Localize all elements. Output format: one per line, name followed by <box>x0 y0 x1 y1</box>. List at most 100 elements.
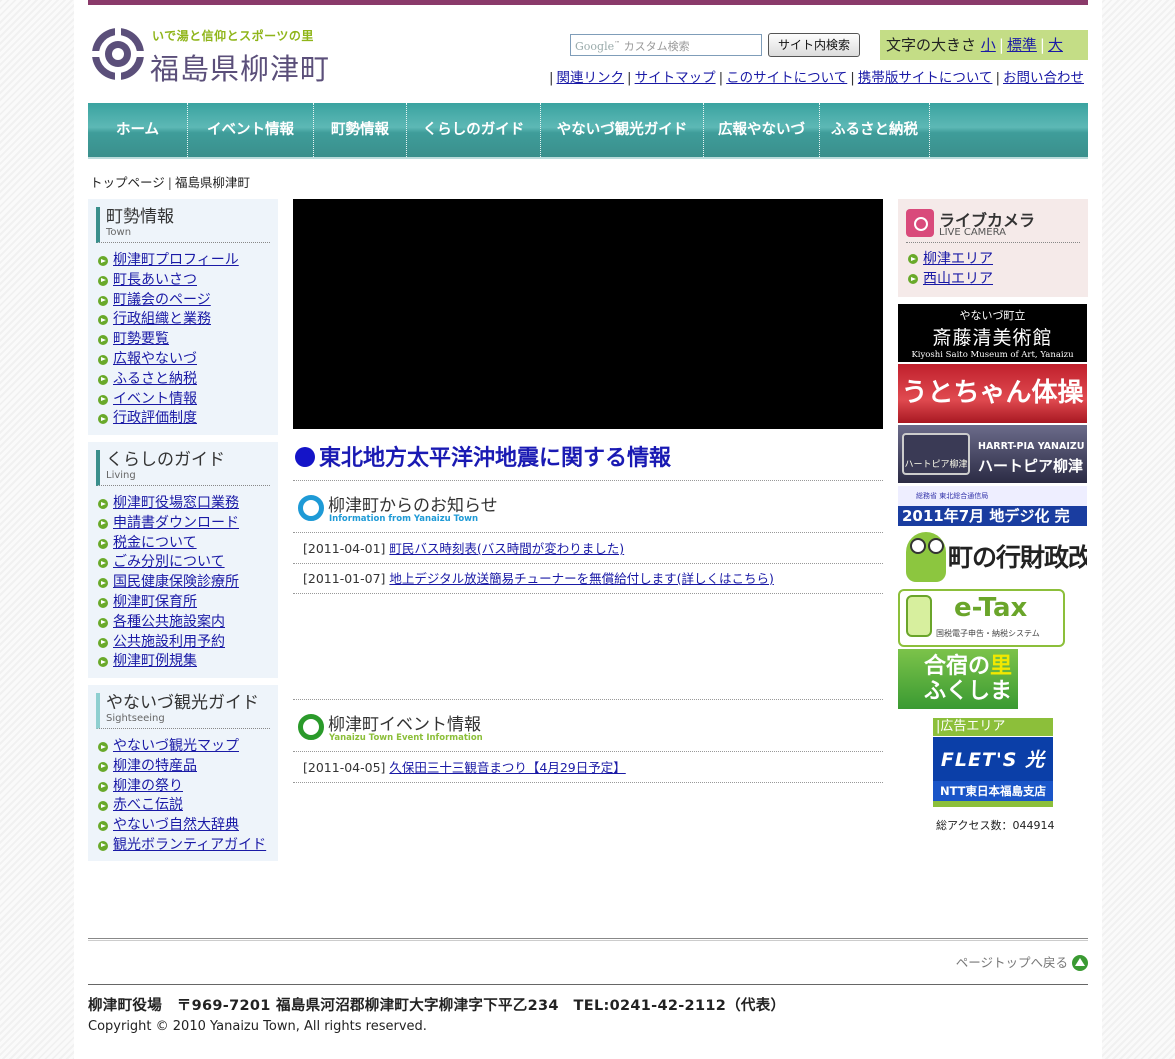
sidebar-item-pr[interactable]: 広報やないづ <box>96 350 270 370</box>
sidebar-item-clinic[interactable]: 国民健康保険診療所 <box>96 573 270 593</box>
news-link[interactable]: 町民バス時刻表(バス時間が変わりました) <box>389 541 624 556</box>
font-size-large-link[interactable]: 大 <box>1048 36 1063 54</box>
sidebar-link[interactable]: 赤べこ伝説 <box>113 797 183 813</box>
page: いで湯と信仰とスポーツの里 福島県柳津町 Google™ カスタム検索 サイト内… <box>74 0 1102 1059</box>
sidebar-item-garbage[interactable]: ごみ分別について <box>96 553 270 573</box>
sidebar-link[interactable]: 柳津町プロフィール <box>113 252 239 268</box>
utility-nav: | 関連リンク | サイトマップ | このサイトについて | 携帯版サイトについて | お問い合わ… <box>548 70 1084 86</box>
nav-living-guide[interactable]: くらしのガイド <box>407 103 541 157</box>
sidebar-link[interactable]: やないづ自然大辞典 <box>113 817 239 833</box>
news-link[interactable]: 地上デジタル放送簡易チューナーを無償給付します(詳しくはこちら) <box>389 571 774 586</box>
nav-tourism-guide[interactable]: やないづ観光ガイド <box>541 103 704 157</box>
heartpia-banner[interactable]: ハートピア柳津 HARRT-PIA YANAIZU ハートピア柳津 <box>898 425 1087 483</box>
sidebar-item-mayor[interactable]: 町長あいさつ <box>96 271 270 291</box>
sidebar-item-reservation[interactable]: 公共施設利用予約 <box>96 633 270 653</box>
sidebar-link[interactable]: 公共施設利用予約 <box>113 634 225 650</box>
sidebar-link[interactable]: ごみ分別について <box>113 554 225 570</box>
sidebar-link[interactable]: 柳津の祭り <box>113 778 183 794</box>
about-site-link[interactable]: このサイトについて <box>726 70 847 86</box>
sidebar-item-products[interactable]: 柳津の特産品 <box>96 757 270 777</box>
sidebar-link[interactable]: 柳津町例規集 <box>113 653 197 669</box>
livecam-link[interactable]: 柳津エリア <box>923 251 993 267</box>
sidebar-sightseeing-subtitle: Sightseeing <box>106 713 165 724</box>
sidebar-link[interactable]: 広報やないづ <box>113 351 197 367</box>
contact-link[interactable]: お問い合わせ <box>1003 70 1084 86</box>
sidebar-link[interactable]: 申請書ダウンロード <box>113 515 239 531</box>
banner-text: 国税電子申告・納税システム <box>936 629 1040 638</box>
sidebar-item-map[interactable]: やないづ観光マップ <box>96 737 270 757</box>
sidebar-item-regulations[interactable]: 柳津町例規集 <box>96 652 270 672</box>
utechan-exercise-banner[interactable]: うとちゃん体操 <box>898 364 1087 423</box>
flets-ad-banner[interactable]: FLET'S 光 NTT東日本福島支店 <box>933 737 1053 801</box>
site-logo[interactable]: いで湯と信仰とスポーツの里 福島県柳津町 <box>88 22 338 86</box>
sidebar-item-counter[interactable]: 柳津町役場窓口業務 <box>96 494 270 514</box>
font-size-normal-link[interactable]: 標準 <box>1007 36 1037 54</box>
page-top-link[interactable]: ページトップへ戻る <box>956 952 1088 971</box>
earthquake-info-link[interactable]: 東北地方太平洋沖地震に関する情報 <box>295 440 671 472</box>
sidebar-item-festival[interactable]: 柳津の祭り <box>96 777 270 797</box>
nav-public-relations[interactable]: 広報やないづ <box>704 103 820 157</box>
search-input[interactable]: Google™ カスタム検索 <box>570 34 762 56</box>
admin-reform-banner[interactable]: 町の行財政改革 <box>898 528 1087 586</box>
banner-text: NTT東日本福島支店 <box>933 781 1053 801</box>
sidebar-link[interactable]: 町長あいさつ <box>113 272 197 288</box>
sidebar-link[interactable]: イベント情報 <box>113 391 197 407</box>
livecam-item-yanaizu[interactable]: 柳津エリア <box>906 249 1080 269</box>
sidebar-item-facilities[interactable]: 各種公共施設案内 <box>96 613 270 633</box>
arrow-icon <box>98 394 108 405</box>
sidebar-item-tax[interactable]: 税金について <box>96 534 270 554</box>
sidebar-link[interactable]: 行政評価制度 <box>113 410 197 426</box>
sidebar-link[interactable]: ふるさと納税 <box>113 371 197 387</box>
sidebar-link[interactable]: 行政組織と業務 <box>113 311 211 327</box>
sidebar-item-events[interactable]: イベント情報 <box>96 390 270 410</box>
font-size-small-link[interactable]: 小 <box>981 36 996 54</box>
sidebar-item-council[interactable]: 町議会のページ <box>96 291 270 311</box>
mobile-site-link[interactable]: 携帯版サイトについて <box>858 70 993 86</box>
sidebar-link[interactable]: 国民健康保険診療所 <box>113 574 239 590</box>
sidebar-link[interactable]: 観光ボランティアガイド <box>113 837 266 853</box>
sidebar-item-profile[interactable]: 柳津町プロフィール <box>96 251 270 271</box>
nav-furusato-tax[interactable]: ふるさと納税 <box>820 103 930 157</box>
event-link[interactable]: 久保田三十三観音まつり【4月29日予定】 <box>389 760 625 775</box>
arrow-icon <box>908 274 918 284</box>
sidebar-link[interactable]: 町勢要覧 <box>113 331 169 347</box>
sidebar-item-nursery[interactable]: 柳津町保育所 <box>96 593 270 613</box>
arrow-icon <box>98 781 108 792</box>
site-search-button[interactable]: サイト内検索 <box>768 33 860 57</box>
sidebar-item-furusato[interactable]: ふるさと納税 <box>96 370 270 390</box>
sidebar-link[interactable]: 柳津町役場窓口業務 <box>113 495 239 511</box>
sidebar-item-overview[interactable]: 町勢要覧 <box>96 330 270 350</box>
sidebar-item-organization[interactable]: 行政組織と業務 <box>96 310 270 330</box>
sidebar-item-evaluation[interactable]: 行政評価制度 <box>96 409 270 429</box>
nav-events[interactable]: イベント情報 <box>188 103 314 157</box>
livecam-link[interactable]: 西山エリア <box>923 271 993 287</box>
livecam-box: ライブカメラ LIVE CAMERA 柳津エリア 西山エリア <box>898 199 1088 297</box>
breadcrumb-top[interactable]: トップページ <box>90 175 165 190</box>
sidebar-link[interactable]: 各種公共施設案内 <box>113 614 225 630</box>
sidebar-link[interactable]: 税金について <box>113 535 197 551</box>
sidebar-item-forms[interactable]: 申請書ダウンロード <box>96 514 270 534</box>
sidebar-link[interactable]: 柳津町保育所 <box>113 594 197 610</box>
sidebar-town-subtitle: Town <box>106 227 132 238</box>
nav-town-info[interactable]: 町勢情報 <box>314 103 407 157</box>
video-player[interactable] <box>293 199 883 429</box>
sitemap-link[interactable]: サイトマップ <box>635 70 716 86</box>
etax-banner[interactable]: e-Tax 国税電子申告・納税システム <box>898 589 1065 647</box>
nav-home[interactable]: ホーム <box>88 103 188 157</box>
sidebar-link[interactable]: 柳津の特産品 <box>113 758 197 774</box>
saito-museum-banner[interactable]: やないづ町立 斎藤清美術館 Kiyoshi Saito Museum of Ar… <box>898 304 1087 362</box>
gasshuku-banner[interactable]: 合宿の里 ふくしま <box>898 649 1018 709</box>
etax-mascot-icon <box>906 595 932 637</box>
ring-icon <box>298 714 324 740</box>
digital-tv-banner[interactable]: 総務省 東北総合通信局 2011年7月 地デジ化 完了！ <box>898 486 1087 526</box>
access-counter: 総アクセス数：044914 <box>936 819 1055 832</box>
livecam-item-nishiyama[interactable]: 西山エリア <box>906 269 1080 289</box>
sidebar-item-akabeko[interactable]: 赤べこ伝説 <box>96 796 270 816</box>
sidebar-item-nature[interactable]: やないづ自然大辞典 <box>96 816 270 836</box>
sidebar-item-volunteer[interactable]: 観光ボランティアガイド <box>96 836 270 856</box>
sidebar-link[interactable]: やないづ観光マップ <box>113 738 239 754</box>
sidebar-link[interactable]: 町議会のページ <box>113 292 211 308</box>
notices-title: 柳津町からのお知らせ <box>328 496 498 516</box>
arrow-icon <box>98 761 108 772</box>
related-links-link[interactable]: 関連リンク <box>557 70 625 86</box>
